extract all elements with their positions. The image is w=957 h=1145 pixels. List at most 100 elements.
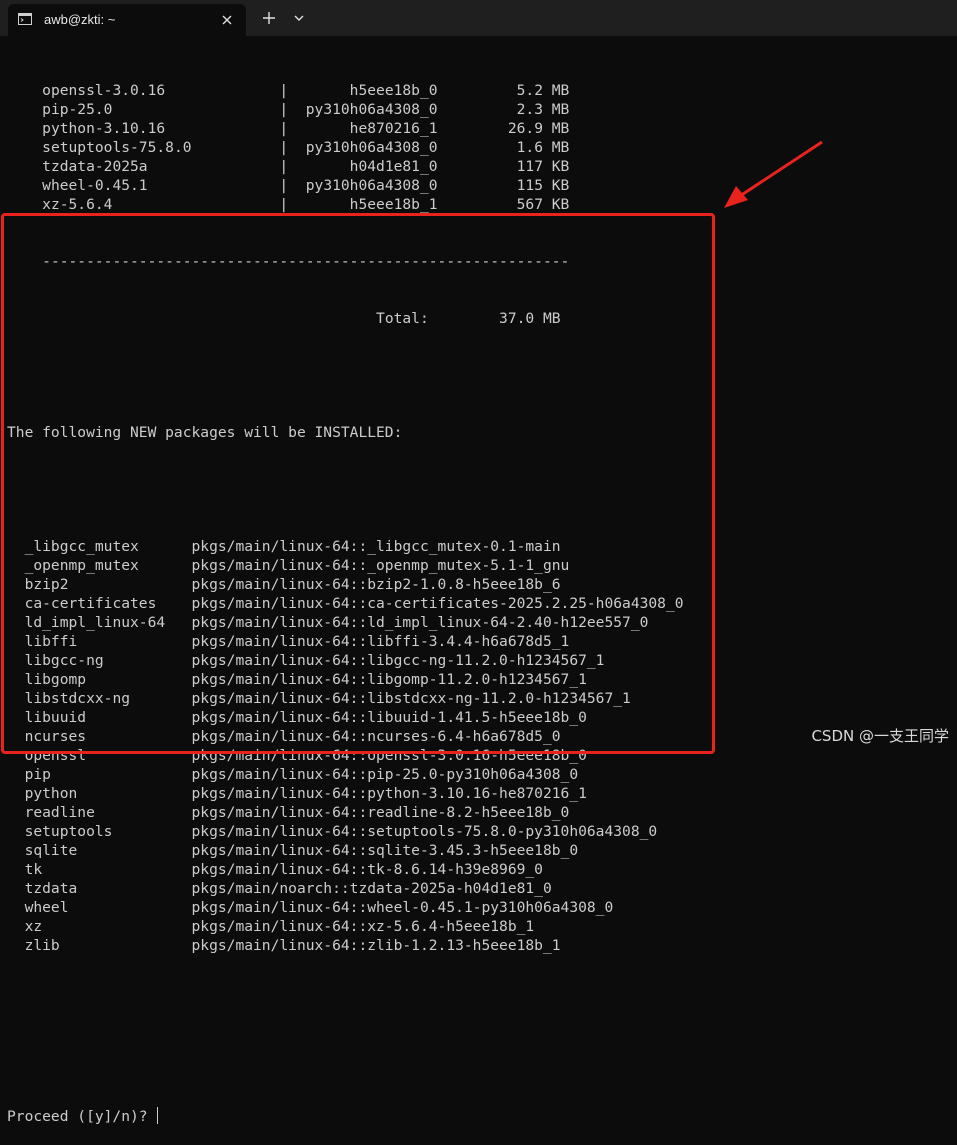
- download-row-build: he870216_1: [305, 120, 438, 137]
- package-row: _openmp_mutex pkgs/main/linux-64::_openm…: [7, 556, 957, 575]
- package-row: sqlite pkgs/main/linux-64::sqlite-3.45.3…: [7, 841, 957, 860]
- package-name: _libgcc_mutex: [24, 538, 192, 555]
- close-icon[interactable]: [220, 13, 234, 27]
- package-spec: pkgs/main/linux-64::libgcc-ng-11.2.0-h12…: [191, 652, 605, 669]
- package-row: libstdcxx-ng pkgs/main/linux-64::libstdc…: [7, 689, 957, 708]
- download-row-build: h04d1e81_0: [305, 158, 438, 175]
- package-spec: pkgs/main/linux-64::zlib-1.2.13-h5eee18b…: [191, 937, 561, 954]
- download-row-build: h5eee18b_0: [305, 82, 438, 99]
- total-line: Total: 37.0 MB: [376, 310, 561, 327]
- package-spec: pkgs/main/linux-64::bzip2-1.0.8-h5eee18b…: [191, 576, 561, 593]
- package-name: zlib: [24, 937, 192, 954]
- package-row: tk pkgs/main/linux-64::tk-8.6.14-h39e896…: [7, 860, 957, 879]
- package-spec: pkgs/main/linux-64::sqlite-3.45.3-h5eee1…: [191, 842, 579, 859]
- package-name: bzip2: [24, 576, 192, 593]
- separator-line: ----------------------------------------…: [42, 253, 570, 270]
- title-bar: awb@zkti: ~: [0, 0, 957, 36]
- terminal-icon: [18, 13, 32, 25]
- package-row: zlib pkgs/main/linux-64::zlib-1.2.13-h5e…: [7, 936, 957, 955]
- package-row: libgomp pkgs/main/linux-64::libgomp-11.2…: [7, 670, 957, 689]
- package-name: tk: [24, 861, 192, 878]
- package-spec: pkgs/main/linux-64::pip-25.0-py310h06a43…: [191, 766, 579, 783]
- download-row: openssl-3.0.16 | h5eee18b_0 5.2 MB: [42, 82, 570, 99]
- package-list: _libgcc_mutex pkgs/main/linux-64::_libgc…: [7, 537, 957, 955]
- package-spec: pkgs/main/noarch::tzdata-2025a-h04d1e81_…: [191, 880, 552, 897]
- package-row: ld_impl_linux-64 pkgs/main/linux-64::ld_…: [7, 613, 957, 632]
- download-row-name: xz-5.6.4: [42, 196, 280, 213]
- package-spec: pkgs/main/linux-64::ld_impl_linux-64-2.4…: [191, 614, 649, 631]
- chevron-down-icon[interactable]: [293, 13, 305, 23]
- install-header: The following NEW packages will be INSTA…: [7, 424, 403, 441]
- package-row: setuptools pkgs/main/linux-64::setuptool…: [7, 822, 957, 841]
- package-row: _libgcc_mutex pkgs/main/linux-64::_libgc…: [7, 537, 957, 556]
- package-spec: pkgs/main/linux-64::tk-8.6.14-h39e8969_0: [191, 861, 543, 878]
- package-name: _openmp_mutex: [24, 557, 192, 574]
- download-row: pip-25.0 | py310h06a4308_0 2.3 MB: [42, 101, 570, 118]
- package-name: libgomp: [24, 671, 192, 688]
- package-name: libgcc-ng: [24, 652, 192, 669]
- package-name: libffi: [24, 633, 192, 650]
- proceed-prompt: Proceed ([y]/n)?: [7, 1108, 157, 1125]
- package-name: setuptools: [24, 823, 192, 840]
- download-row-name: pip-25.0: [42, 101, 280, 118]
- package-row: libgcc-ng pkgs/main/linux-64::libgcc-ng-…: [7, 651, 957, 670]
- package-spec: pkgs/main/linux-64::_openmp_mutex-5.1-1_…: [191, 557, 570, 574]
- package-spec: pkgs/main/linux-64::libgomp-11.2.0-h1234…: [191, 671, 587, 688]
- package-row: openssl pkgs/main/linux-64::openssl-3.0.…: [7, 746, 957, 765]
- download-row-size: 26.9 MB: [437, 120, 570, 137]
- package-name: ld_impl_linux-64: [24, 614, 192, 631]
- package-spec: pkgs/main/linux-64::_libgcc_mutex-0.1-ma…: [191, 538, 561, 555]
- download-row-size: 115 KB: [437, 177, 570, 194]
- download-row-size: 2.3 MB: [437, 101, 570, 118]
- package-spec: pkgs/main/linux-64::libstdcxx-ng-11.2.0-…: [191, 690, 631, 707]
- package-spec: pkgs/main/linux-64::xz-5.6.4-h5eee18b_1: [191, 918, 535, 935]
- download-row-build: py310h06a4308_0: [305, 139, 438, 156]
- plus-icon[interactable]: [262, 11, 276, 25]
- package-name: pip: [24, 766, 192, 783]
- package-name: wheel: [24, 899, 192, 916]
- package-row: libffi pkgs/main/linux-64::libffi-3.4.4-…: [7, 632, 957, 651]
- package-spec: pkgs/main/linux-64::readline-8.2-h5eee18…: [191, 804, 570, 821]
- package-row: bzip2 pkgs/main/linux-64::bzip2-1.0.8-h5…: [7, 575, 957, 594]
- package-row: wheel pkgs/main/linux-64::wheel-0.45.1-p…: [7, 898, 957, 917]
- download-row: python-3.10.16 | he870216_1 26.9 MB: [42, 120, 570, 137]
- text-cursor: [157, 1107, 159, 1124]
- download-row-name: tzdata-2025a: [42, 158, 280, 175]
- package-spec: pkgs/main/linux-64::libuuid-1.41.5-h5eee…: [191, 709, 587, 726]
- package-spec: pkgs/main/linux-64::python-3.10.16-he870…: [191, 785, 587, 802]
- package-spec: pkgs/main/linux-64::wheel-0.45.1-py310h0…: [191, 899, 614, 916]
- download-row-size: 1.6 MB: [437, 139, 570, 156]
- download-row-name: setuptools-75.8.0: [42, 139, 280, 156]
- download-row-size: 567 KB: [437, 196, 570, 213]
- package-row: xz pkgs/main/linux-64::xz-5.6.4-h5eee18b…: [7, 917, 957, 936]
- download-row-name: openssl-3.0.16: [42, 82, 280, 99]
- red-arrow-annotation: [724, 140, 823, 208]
- package-row: python pkgs/main/linux-64::python-3.10.1…: [7, 784, 957, 803]
- terminal-tab[interactable]: awb@zkti: ~: [8, 4, 246, 36]
- package-name: tzdata: [24, 880, 192, 897]
- download-row-size: 117 KB: [437, 158, 570, 175]
- package-row: tzdata pkgs/main/noarch::tzdata-2025a-h0…: [7, 879, 957, 898]
- package-name: sqlite: [24, 842, 192, 859]
- download-row-build: h5eee18b_1: [305, 196, 438, 213]
- package-row: ca-certificates pkgs/main/linux-64::ca-c…: [7, 594, 957, 613]
- download-row-size: 5.2 MB: [437, 82, 570, 99]
- watermark: CSDN @一支王同学: [811, 727, 949, 745]
- package-spec: pkgs/main/linux-64::setuptools-75.8.0-py…: [191, 823, 658, 840]
- package-name: readline: [24, 804, 192, 821]
- download-row-build: py310h06a4308_0: [305, 177, 438, 194]
- download-row-build: py310h06a4308_0: [305, 101, 438, 118]
- package-name: libstdcxx-ng: [24, 690, 192, 707]
- package-spec: pkgs/main/linux-64::ca-certificates-2025…: [191, 595, 684, 612]
- package-name: python: [24, 785, 192, 802]
- prompt-line[interactable]: Proceed ([y]/n)?: [7, 1107, 957, 1126]
- download-row-name: wheel-0.45.1: [42, 177, 280, 194]
- package-row: readline pkgs/main/linux-64::readline-8.…: [7, 803, 957, 822]
- package-row: pip pkgs/main/linux-64::pip-25.0-py310h0…: [7, 765, 957, 784]
- package-name: openssl: [24, 747, 192, 764]
- package-spec: pkgs/main/linux-64::ncurses-6.4-h6a678d5…: [191, 728, 561, 745]
